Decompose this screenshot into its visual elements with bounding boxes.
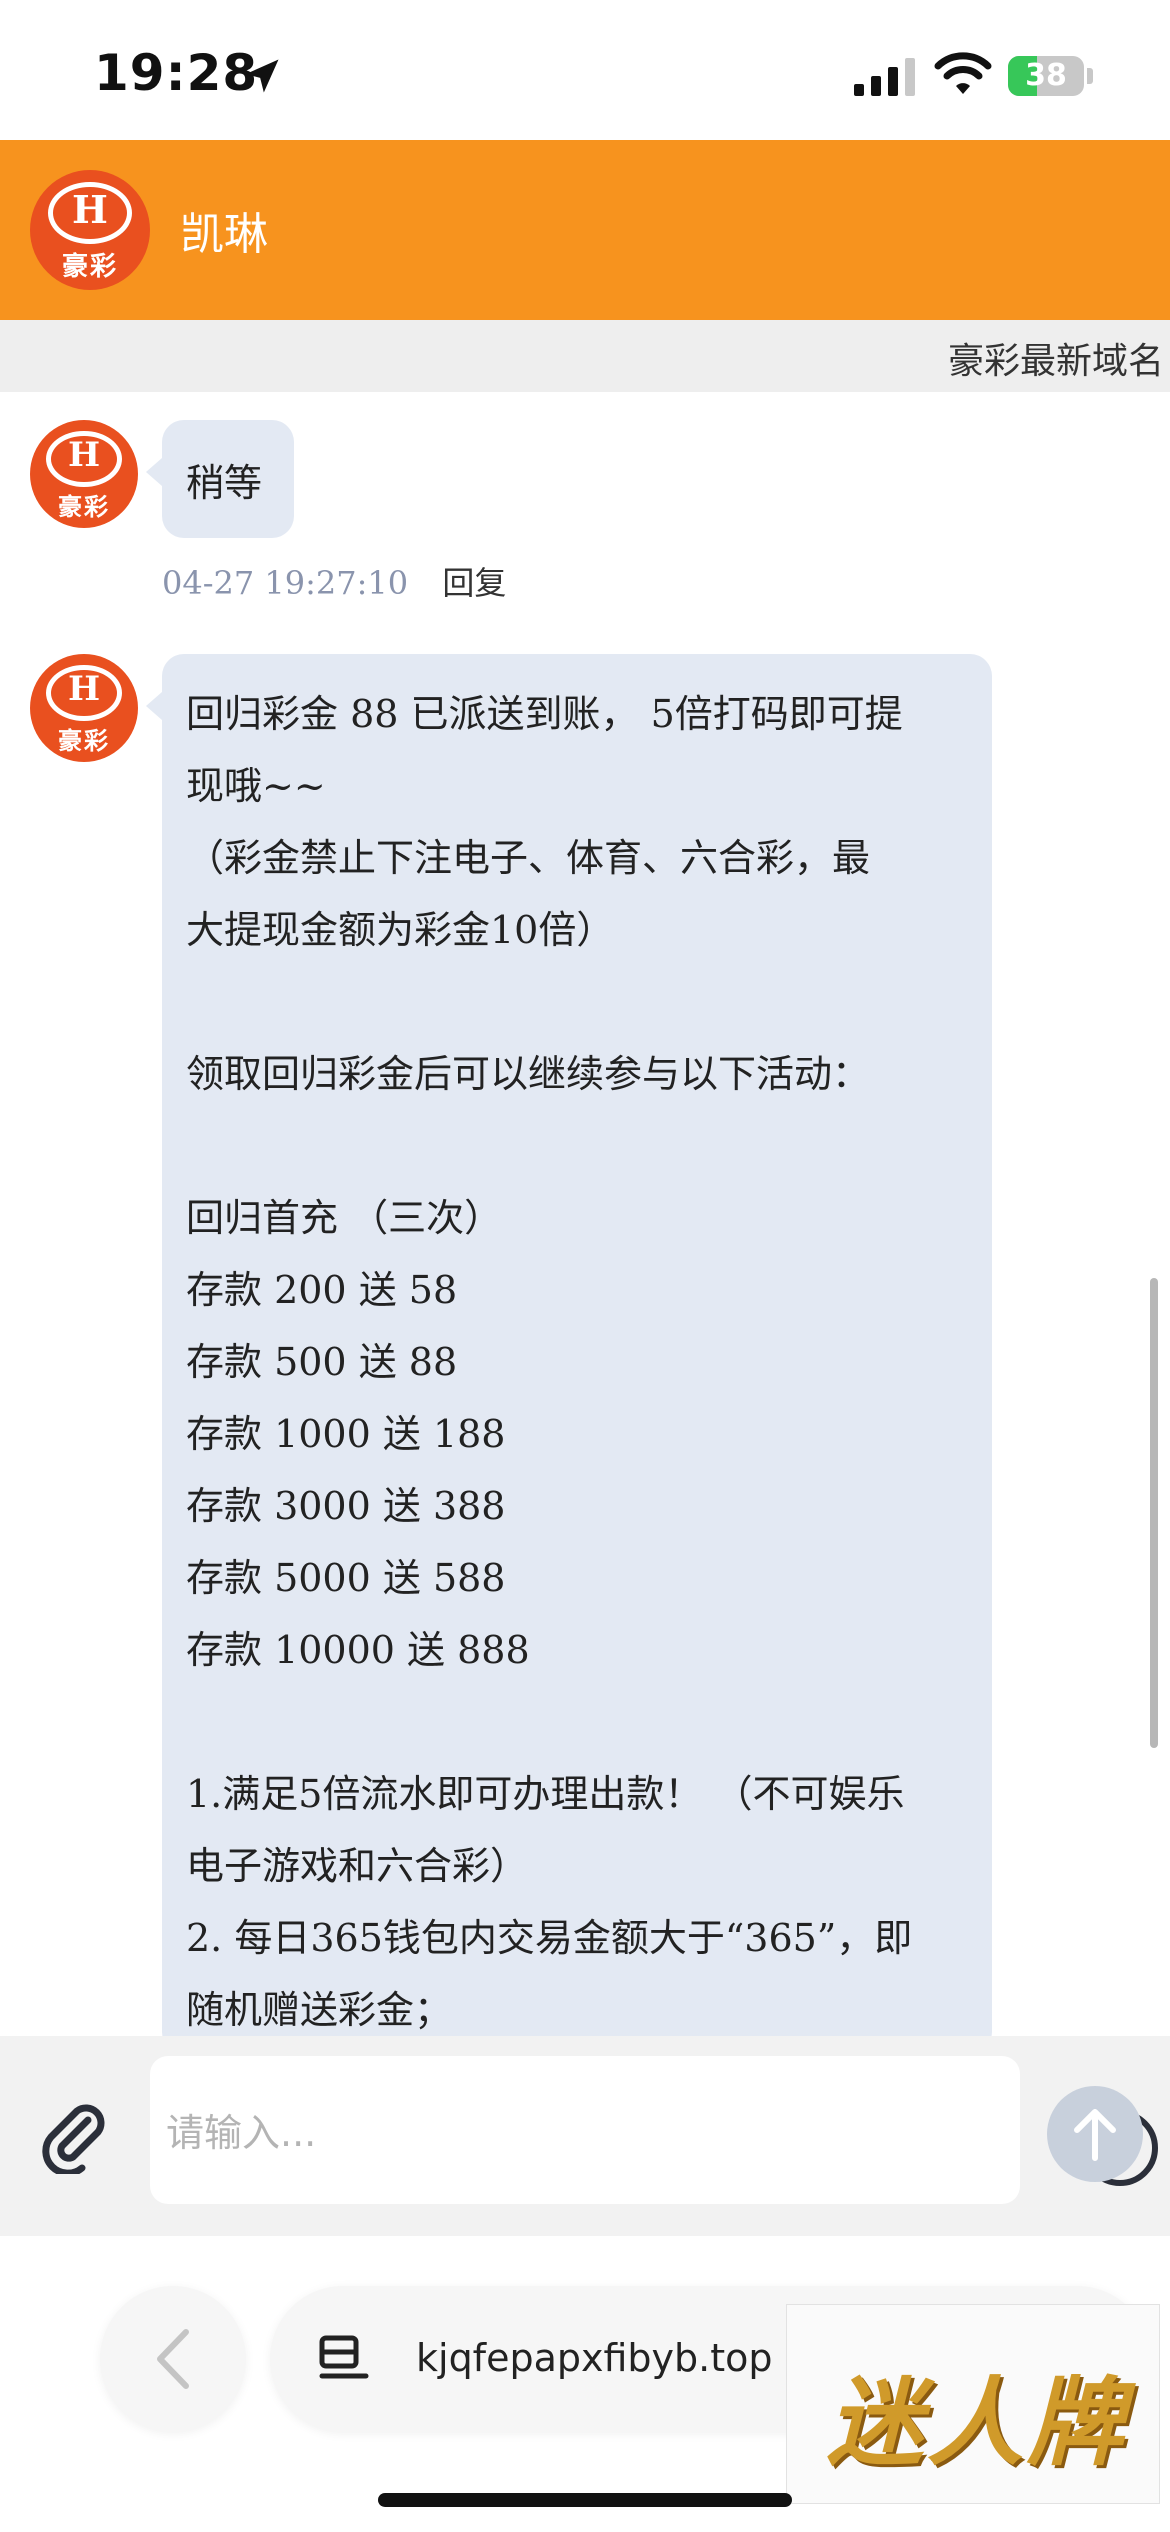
home-indicator[interactable] (378, 2493, 792, 2507)
message-line: 现哦~~ (186, 764, 326, 808)
message-line: 回归首充 （三次） (186, 1196, 503, 1240)
logo-mark: H (72, 186, 108, 232)
battery-icon: 38 (1008, 56, 1084, 96)
message-line (186, 1110, 968, 1182)
message-line: 2. 每日365钱包内交易金额大于“365”，即 (186, 1916, 913, 1960)
agent-avatar: H 豪彩 (30, 420, 138, 528)
message-line: 存款 5000 送 588 (186, 1556, 506, 1600)
input-placeholder: 请输入... (166, 2111, 317, 2155)
logo-name: 豪彩 (58, 491, 110, 521)
agent-name: 凯琳 (180, 209, 268, 260)
input-bar: 请输入... (0, 2036, 1170, 2236)
arrow-up-icon (1074, 2109, 1116, 2161)
message-line: 存款 3000 送 388 (186, 1484, 506, 1528)
reply-button[interactable]: 回复 (442, 564, 506, 602)
message-bubble: 回归彩金 88 已派送到账， 5倍打码即可提 现哦~~ （彩金禁止下注电子、体育… (146, 654, 992, 2054)
status-time: 19:28 (94, 44, 259, 102)
message-bubble: 稍等 (146, 420, 294, 538)
message-line: 回归彩金 88 已派送到账， 5倍打码即可提 (186, 692, 903, 736)
message-body: 回归彩金 88 已派送到账， 5倍打码即可提 现哦~~ （彩金禁止下注电子、体育… (186, 678, 968, 2046)
wifi-icon (934, 52, 992, 94)
notice-marquee[interactable]: 豪彩最新域名 (0, 320, 1170, 392)
watermark: 迷人牌 (786, 2304, 1160, 2504)
status-bar: 19:28 38 (0, 0, 1170, 140)
logo-name: 豪彩 (61, 251, 118, 282)
message-line: 电子游戏和六合彩） (186, 1844, 529, 1888)
paperclip-icon[interactable] (36, 2098, 112, 2174)
message-line: 存款 1000 送 188 (186, 1412, 506, 1456)
chat-header: H 豪彩 凯琳 (0, 140, 1170, 320)
message-line: （彩金禁止下注电子、体育、六合彩，最 (186, 836, 871, 880)
message-line: 1.满足5倍流水即可办理出款！ （不可娱乐 (186, 1772, 905, 1816)
location-arrow-icon (245, 59, 279, 93)
message-input[interactable]: 请输入... (150, 2056, 1158, 2204)
message-line: 存款 10000 送 888 (186, 1628, 530, 1672)
marquee-text: 豪彩最新域名 (948, 341, 1165, 382)
message-line: 存款 500 送 88 (186, 1340, 458, 1384)
agent-avatar: H 豪彩 (30, 654, 138, 762)
message-text: 稍等 (186, 461, 263, 505)
send-button[interactable] (1047, 2086, 1143, 2182)
url-text: kjqfepapxfibyb.top (416, 2336, 773, 2380)
logo-name: 豪彩 (58, 725, 110, 755)
message-line: 领取回归彩金后可以继续参与以下活动： (186, 1052, 871, 1096)
message-line: 存款 200 送 58 (186, 1268, 458, 1312)
message-line: 大提现金额为彩金10倍） (186, 908, 615, 952)
message-line (186, 1686, 968, 1758)
logo-mark: H (67, 435, 101, 476)
message-meta: 04-27 19:27:10 回复 (162, 558, 506, 604)
brand-logo: H 豪彩 (30, 170, 150, 290)
reader-icon[interactable] (318, 2334, 370, 2386)
browser-back-button[interactable] (100, 2286, 246, 2432)
message-line (186, 966, 968, 1038)
chat-scrollbar[interactable] (1150, 1278, 1158, 1748)
message-timestamp: 04-27 19:27:10 (162, 564, 409, 602)
battery-text: 38 (1025, 58, 1067, 93)
battery-cap (1087, 68, 1093, 84)
signal-icon (854, 58, 915, 96)
watermark-text: 迷人牌 (827, 2367, 1127, 2479)
chevron-left-icon (157, 2329, 189, 2389)
logo-mark: H (67, 669, 101, 710)
